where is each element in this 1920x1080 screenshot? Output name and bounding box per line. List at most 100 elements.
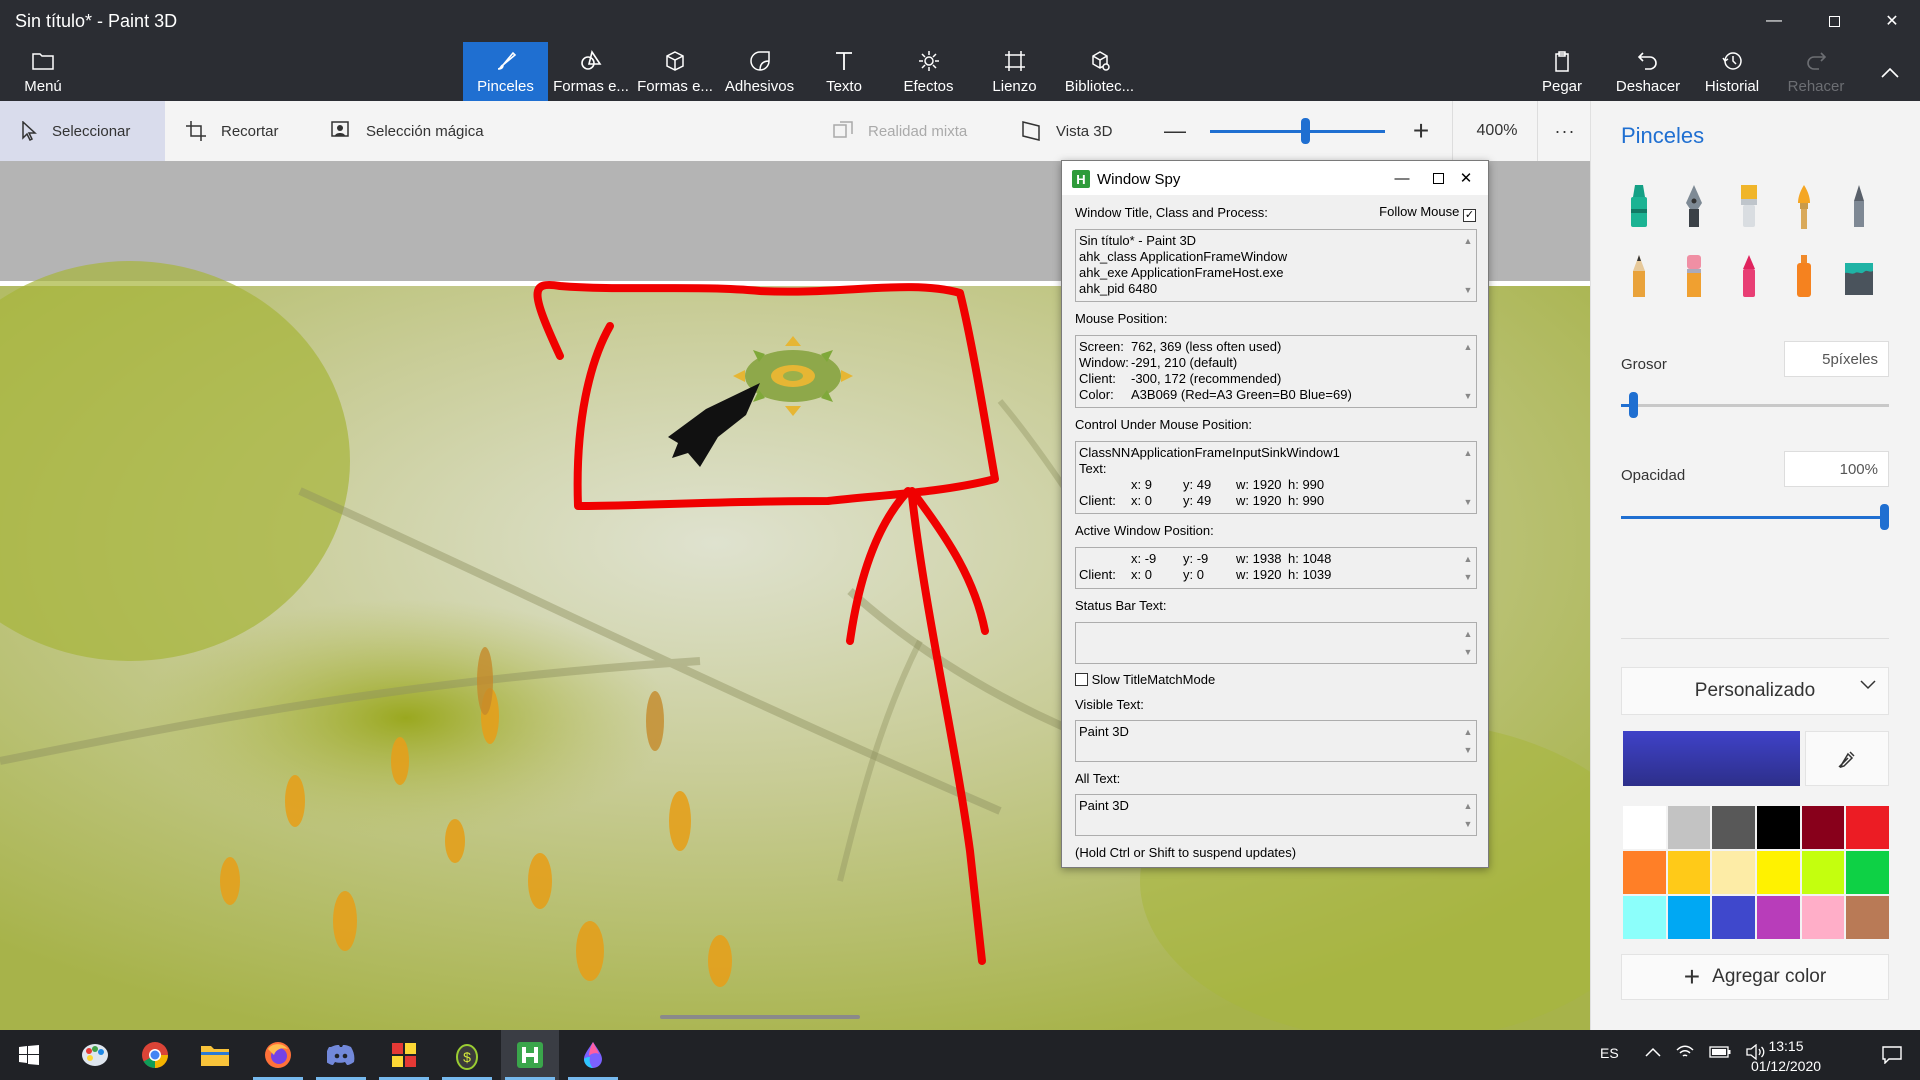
more-options-button[interactable]: ···	[1540, 101, 1590, 161]
mouse-info-box[interactable]: Screen: 762, 369 (less often used) Window…	[1075, 335, 1477, 408]
color-swatch[interactable]	[1800, 895, 1846, 940]
taskbar-discord[interactable]	[312, 1030, 370, 1080]
zoom-out-button[interactable]: —	[1152, 101, 1198, 161]
scrollbar[interactable]: ▲ ▼	[1460, 795, 1476, 835]
scrollbar[interactable]: ▲ ▼	[1460, 230, 1476, 301]
color-swatch[interactable]	[1845, 895, 1890, 940]
taskbar-file-explorer[interactable]	[186, 1030, 244, 1080]
color-swatch[interactable]	[1666, 895, 1712, 940]
taskbar-paint[interactable]	[66, 1030, 124, 1080]
marker-brush[interactable]	[1619, 181, 1659, 233]
minimize-button[interactable]: —	[1746, 4, 1802, 38]
scrollbar[interactable]: ▲ ▼	[1460, 336, 1476, 407]
tab-texto[interactable]: Texto	[802, 42, 886, 101]
tab-lienzo[interactable]: Lienzo	[972, 42, 1057, 101]
oil-brush[interactable]	[1729, 181, 1769, 233]
color-preset-dropdown[interactable]: Personalizado	[1621, 667, 1889, 715]
opacity-input[interactable]: 100%	[1784, 451, 1889, 487]
control-info-box[interactable]: ClassNN: ApplicationFrameInputSinkWindow1…	[1075, 441, 1477, 514]
redo-button[interactable]: Rehacer	[1774, 42, 1858, 101]
start-button[interactable]	[0, 1030, 58, 1080]
notifications-button[interactable]	[1864, 1030, 1920, 1080]
input-language[interactable]: ES	[1600, 1045, 1619, 1061]
tab-pinceles[interactable]: Pinceles	[463, 42, 548, 101]
color-swatch[interactable]	[1711, 805, 1756, 850]
taskbar-chrome[interactable]	[126, 1030, 184, 1080]
undo-button[interactable]: Deshacer	[1606, 42, 1690, 101]
watercolor-brush[interactable]	[1784, 181, 1824, 233]
color-swatch[interactable]	[1711, 895, 1756, 940]
color-swatch[interactable]	[1845, 850, 1890, 895]
opacity-slider-thumb[interactable]	[1880, 504, 1889, 530]
mixed-reality-button[interactable]: Realidad mixta	[812, 101, 987, 161]
tab-biblioteca[interactable]: Bibliotec...	[1057, 42, 1142, 101]
eraser-brush[interactable]	[1674, 251, 1714, 303]
pencil-brush[interactable]	[1839, 181, 1879, 233]
add-color-button[interactable]: + Agregar color	[1621, 954, 1889, 1000]
crop-button[interactable]: Recortar	[165, 101, 299, 161]
taskbar-office[interactable]	[375, 1030, 433, 1080]
opacity-slider[interactable]	[1621, 504, 1889, 530]
collapse-ribbon-button[interactable]	[1862, 56, 1918, 90]
tab-adhesivos[interactable]: Adhesivos	[717, 42, 802, 101]
tab-shapes-3d[interactable]: Formas e...	[633, 42, 717, 101]
zoom-level[interactable]: 400%	[1457, 101, 1537, 161]
follow-mouse-checkbox[interactable]: Follow Mouse ✓	[1379, 204, 1476, 222]
visible-text-box[interactable]: Paint 3D ▲ ▼	[1075, 720, 1477, 762]
maximize-button[interactable]	[1806, 4, 1862, 38]
taskbar-coin-app[interactable]: $	[438, 1030, 496, 1080]
view-3d-button[interactable]: Vista 3D	[1000, 101, 1132, 161]
magic-select-button[interactable]: Selección mágica	[310, 101, 504, 161]
zoom-in-button[interactable]: +	[1398, 101, 1444, 161]
scrollbar[interactable]: ▲ ▼	[1460, 548, 1476, 588]
calligraphy-pen-brush[interactable]	[1674, 181, 1714, 233]
zoom-slider-thumb[interactable]	[1301, 118, 1311, 144]
color-swatch[interactable]	[1622, 895, 1667, 940]
window-info-box[interactable]: Sin título* - Paint 3D ahk_class Applica…	[1075, 229, 1477, 302]
color-swatch[interactable]	[1666, 805, 1712, 850]
spy-close-button[interactable]: ✕	[1446, 165, 1486, 191]
color-swatch[interactable]	[1622, 805, 1667, 850]
scrollbar[interactable]: ▲ ▼	[1460, 442, 1476, 513]
thickness-input[interactable]: 5píxeles	[1784, 341, 1889, 377]
zoom-slider[interactable]	[1210, 118, 1385, 144]
paste-button[interactable]: Pegar	[1533, 42, 1591, 101]
color-swatch[interactable]	[1622, 850, 1667, 895]
active-window-box[interactable]: x: -9 y: -9 w: 1938 h: 1048 Client: x: 0 y: 0…	[1075, 547, 1477, 589]
status-bar-box[interactable]: ▲ ▼	[1075, 622, 1477, 664]
select-button[interactable]: Seleccionar	[0, 101, 165, 161]
scrollbar[interactable]: ▲ ▼	[1460, 623, 1476, 663]
canvas-scrollbar[interactable]	[660, 1015, 860, 1019]
scrollbar[interactable]: ▲ ▼	[1460, 721, 1476, 761]
color-swatch[interactable]	[1800, 805, 1846, 850]
thickness-slider-thumb[interactable]	[1628, 392, 1638, 418]
tab-efectos[interactable]: Efectos	[886, 42, 971, 101]
taskbar-autohotkey[interactable]	[501, 1030, 559, 1080]
history-button[interactable]: Historial	[1690, 42, 1774, 101]
fill-bucket-brush[interactable]	[1839, 251, 1879, 303]
thickness-slider[interactable]	[1621, 392, 1889, 418]
color-swatch[interactable]	[1845, 805, 1890, 850]
crayon-brush[interactable]	[1729, 251, 1769, 303]
slow-mode-checkbox[interactable]: Slow TitleMatchMode	[1075, 672, 1215, 687]
color-swatch[interactable]	[1756, 850, 1801, 895]
chevron-up-icon[interactable]	[1645, 1046, 1661, 1058]
current-color[interactable]	[1623, 731, 1800, 786]
taskbar-firefox[interactable]	[249, 1030, 307, 1080]
close-button[interactable]: ✕	[1864, 4, 1920, 38]
taskbar-clock[interactable]: 13:15 01/12/2020	[1745, 1036, 1827, 1076]
taskbar-paint3d[interactable]	[564, 1030, 622, 1080]
pencil-brush-2[interactable]	[1619, 251, 1659, 303]
color-swatch[interactable]	[1800, 850, 1846, 895]
spray-can-brush[interactable]	[1784, 251, 1824, 303]
color-swatch[interactable]	[1666, 850, 1712, 895]
color-swatch[interactable]	[1756, 895, 1801, 940]
tab-shapes-2d[interactable]: Formas e...	[549, 42, 633, 101]
wifi-icon[interactable]	[1675, 1044, 1695, 1060]
all-text-box[interactable]: Paint 3D ▲ ▼	[1075, 794, 1477, 836]
eyedropper-button[interactable]	[1805, 731, 1889, 786]
color-swatch[interactable]	[1756, 805, 1801, 850]
color-swatch[interactable]	[1711, 850, 1756, 895]
menu-button[interactable]: Menú	[14, 42, 72, 101]
battery-icon[interactable]	[1709, 1045, 1731, 1059]
